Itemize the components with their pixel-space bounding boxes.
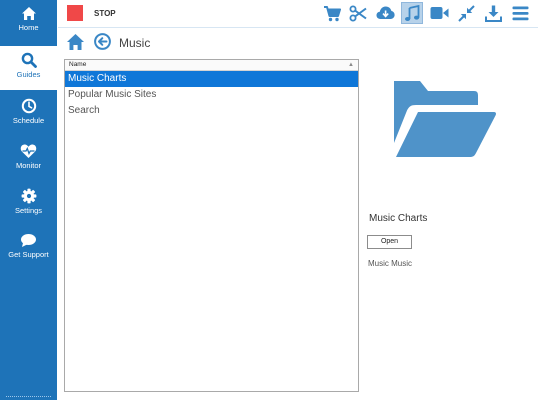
sidebar-item-label: Home [18, 23, 39, 32]
guide-list: Name ▲ Music Charts Popular Music Sites … [64, 59, 359, 392]
sidebar-item-guides[interactable]: Guides [0, 46, 57, 90]
back-arrow-icon [94, 33, 111, 50]
music-icon [405, 4, 420, 21]
compress-button[interactable] [455, 2, 477, 24]
sidebar-item-label: Guides [16, 70, 41, 79]
music-button[interactable] [401, 2, 423, 24]
sidebar: Home Guides Schedule Monitor Settings Ge… [0, 0, 57, 400]
video-button[interactable] [428, 2, 450, 24]
sidebar-divider [6, 396, 51, 397]
sidebar-item-label: Get Support [8, 250, 49, 259]
cloud-download-button[interactable] [374, 2, 396, 24]
stop-button[interactable] [67, 5, 83, 21]
sidebar-item-home[interactable]: Home [0, 0, 57, 44]
search-icon [21, 52, 37, 68]
video-icon [430, 7, 448, 19]
gear-icon [21, 188, 36, 204]
list-item[interactable]: Music Charts [65, 71, 358, 87]
sidebar-item-label: Settings [14, 206, 43, 215]
preview-title: Music Charts [369, 213, 428, 224]
clock-icon [21, 98, 36, 114]
list-item[interactable]: Popular Music Sites [65, 87, 358, 103]
chat-icon [21, 234, 36, 247]
download-button[interactable] [482, 2, 504, 24]
sidebar-item-settings[interactable]: Settings [0, 182, 57, 226]
cut-button[interactable] [347, 2, 369, 24]
heartbeat-icon [20, 144, 37, 158]
menu-button[interactable] [509, 2, 531, 24]
sidebar-item-label: Schedule [12, 116, 45, 125]
sort-ascending-icon: ▲ [348, 62, 354, 68]
column-header-name[interactable]: Name ▲ [65, 60, 358, 71]
preview-description: Music Music [368, 259, 413, 268]
sidebar-item-label: Monitor [15, 161, 41, 170]
home-icon [67, 34, 84, 50]
sidebar-item-monitor[interactable]: Monitor [0, 137, 57, 181]
toolbar-divider [58, 27, 538, 28]
cart-icon [324, 5, 341, 21]
download-icon [484, 5, 502, 22]
open-button[interactable]: Open [367, 235, 412, 249]
list-item[interactable]: Search [65, 103, 358, 119]
stop-label[interactable]: STOP [94, 9, 116, 18]
cloud-download-icon [376, 6, 395, 19]
compress-icon [457, 4, 475, 22]
nav-home-button[interactable] [66, 33, 85, 51]
menu-icon [512, 6, 528, 20]
sidebar-item-get-support[interactable]: Get Support [0, 227, 57, 271]
cart-button[interactable] [321, 2, 343, 24]
back-button[interactable] [94, 33, 111, 50]
scissors-icon [349, 5, 367, 21]
folder-open-icon [394, 81, 496, 157]
page-title: Music [119, 36, 151, 50]
column-header-label: Name [69, 61, 87, 68]
home-icon [21, 7, 36, 20]
sidebar-item-schedule[interactable]: Schedule [0, 92, 57, 136]
